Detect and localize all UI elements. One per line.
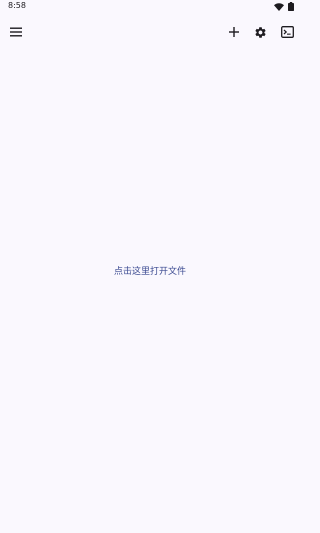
status-bar: 8:58: [0, 0, 300, 14]
main-content: 点击这里打开文件: [0, 46, 300, 533]
status-icons: [274, 2, 294, 11]
terminal-icon: [280, 26, 294, 38]
add-button[interactable]: [223, 21, 245, 43]
wifi-icon: [274, 2, 284, 11]
menu-icon: [10, 27, 22, 37]
top-toolbar: [0, 18, 300, 46]
plus-icon: [229, 27, 239, 37]
open-file-link[interactable]: 点击这里打开文件: [0, 266, 300, 278]
gear-icon: [254, 26, 267, 39]
menu-button[interactable]: [5, 21, 27, 43]
battery-icon: [288, 2, 294, 11]
terminal-button[interactable]: [276, 21, 298, 43]
settings-button[interactable]: [249, 21, 271, 43]
status-time: 8:58: [8, 1, 26, 10]
app-screen: 8:58 点击这里打开文件: [0, 0, 300, 533]
